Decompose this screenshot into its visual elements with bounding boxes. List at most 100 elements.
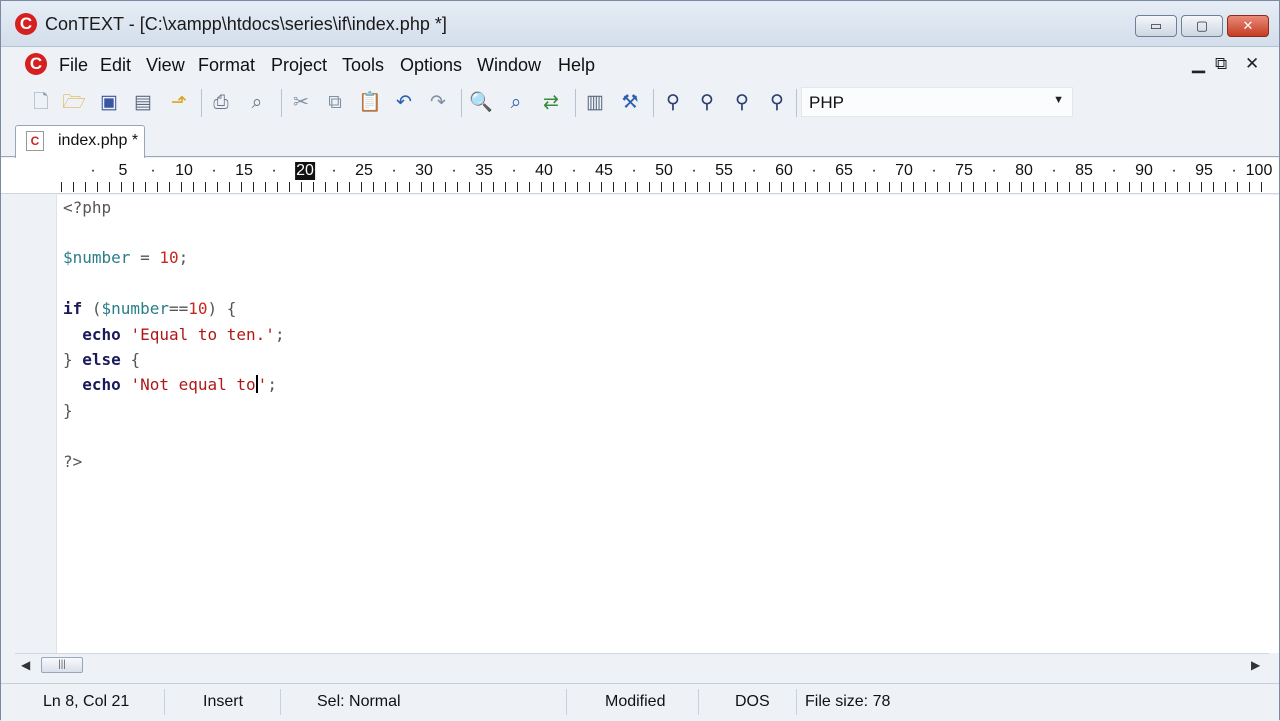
- find-next-icon[interactable]: ⌕: [504, 91, 528, 115]
- language-select[interactable]: PHP ▼: [801, 87, 1073, 117]
- code-token: }: [63, 350, 73, 369]
- save-all-icon[interactable]: ▤: [131, 91, 155, 115]
- ruler-dot: ·: [991, 162, 997, 179]
- ruler-number: 95: [1195, 162, 1213, 179]
- menu-help[interactable]: Help: [558, 55, 595, 76]
- user-exec-4-icon[interactable]: ⚲: [765, 91, 789, 115]
- toolbar-separator: [281, 89, 282, 117]
- horizontal-scrollbar[interactable]: ◀ ||| ▶: [15, 653, 1269, 675]
- replace-icon[interactable]: ⇄: [539, 91, 563, 115]
- document-logo-icon[interactable]: C: [25, 53, 47, 75]
- print-preview-icon[interactable]: ⌕: [245, 91, 269, 115]
- context-logo-icon: C: [15, 13, 37, 35]
- restore-button[interactable]: ▢: [1181, 15, 1223, 37]
- code-line-11: ?>: [63, 451, 82, 473]
- menu-options[interactable]: Options: [400, 55, 462, 76]
- ruler-current-column: 20: [295, 162, 315, 180]
- column-ruler: · 5 · 10 · 15 · 20 · 25 · 30 · 35 · 40 ·…: [1, 158, 1279, 194]
- code-area[interactable]: <?php $number = 10; if ($number==10) { e…: [63, 195, 1279, 653]
- code-token: 10: [159, 248, 179, 267]
- ruler-number: 35: [475, 162, 493, 179]
- tab-index-php[interactable]: C index.php *: [15, 125, 145, 158]
- ruler-dot: ·: [691, 162, 697, 179]
- user-exec-2-icon[interactable]: ⚲: [695, 91, 719, 115]
- ruler-dot: ·: [811, 162, 817, 179]
- ruler-dot: ·: [1231, 162, 1237, 179]
- code-token: $number: [101, 299, 169, 318]
- ruler-dot: ·: [511, 162, 517, 179]
- code-token: 'Not equal to: [130, 375, 256, 394]
- cut-icon[interactable]: ✂: [289, 91, 313, 115]
- code-line-8: echo 'Not equal to ';: [63, 374, 277, 396]
- ruler-dot: ·: [271, 162, 277, 179]
- menu-view[interactable]: View: [146, 55, 185, 76]
- ruler-number: 30: [415, 162, 433, 179]
- ruler-ticks: [61, 182, 1267, 192]
- ruler-number: 15: [235, 162, 253, 179]
- document-restore-button[interactable]: ⧉: [1215, 54, 1227, 74]
- user-exec-3-icon[interactable]: ⚲: [730, 91, 754, 115]
- minimize-button[interactable]: ▭: [1135, 15, 1177, 37]
- code-token: echo: [82, 325, 121, 344]
- status-file-size: File size: 78: [805, 693, 891, 710]
- toolbar-separator: [575, 89, 576, 117]
- ruler-dot: ·: [931, 162, 937, 179]
- document-close-button[interactable]: ✕: [1245, 54, 1259, 74]
- user-exec-1-icon[interactable]: ⚲: [661, 91, 685, 115]
- status-bar: Ln 8, Col 21 Insert Sel: Normal Modified…: [1, 683, 1279, 721]
- page-setup-icon[interactable]: ▥: [583, 91, 607, 115]
- scroll-thumb[interactable]: |||: [41, 657, 83, 673]
- ruler-dot: ·: [90, 162, 96, 179]
- code-token: {: [120, 350, 141, 369]
- redo-icon[interactable]: ↷: [426, 91, 450, 115]
- close-button[interactable]: ✕: [1227, 15, 1269, 37]
- scroll-left-icon[interactable]: ◀: [21, 658, 30, 672]
- menu-tools[interactable]: Tools: [342, 55, 384, 76]
- ruler-dot: ·: [1051, 162, 1057, 179]
- undo-icon[interactable]: ↶: [392, 91, 416, 115]
- ruler-number: 60: [775, 162, 793, 179]
- status-selection-mode: Sel: Normal: [313, 689, 567, 715]
- menu-project[interactable]: Project: [271, 55, 327, 76]
- chevron-down-icon[interactable]: ▼: [1053, 94, 1064, 106]
- code-token: }: [63, 401, 73, 420]
- document-minimize-button[interactable]: ▁: [1192, 54, 1205, 74]
- tab-strip: C index.php *: [1, 123, 1279, 158]
- ruler-dot: ·: [451, 162, 457, 179]
- new-file-icon[interactable]: 🗋: [29, 91, 53, 115]
- save-icon[interactable]: ▣: [97, 91, 121, 115]
- ruler-number: 25: [355, 162, 373, 179]
- print-icon[interactable]: ⎙: [209, 91, 233, 115]
- ruler-number: 40: [535, 162, 553, 179]
- code-line-6: echo 'Equal to ten.';: [63, 324, 284, 346]
- scroll-right-icon[interactable]: ▶: [1251, 658, 1260, 672]
- code-editor[interactable]: <?php $number = 10; if ($number==10) { e…: [1, 195, 1279, 653]
- open-folder-icon[interactable]: 🗁: [62, 91, 86, 115]
- editor-gutter: [1, 195, 57, 653]
- php-close-tag: ?>: [63, 452, 83, 471]
- paste-icon[interactable]: 📋: [358, 91, 382, 115]
- tool-icon[interactable]: ⚒: [618, 91, 642, 115]
- status-insert-mode: Insert: [199, 689, 281, 715]
- ruler-number: 10: [175, 162, 193, 179]
- ruler-dot: ·: [571, 162, 577, 179]
- ruler-number: 70: [895, 162, 913, 179]
- code-line-1: <?php: [63, 197, 111, 219]
- toolbar: 🗋 🗁 ▣ ▤ ⬏ ⎙ ⌕ ✂ ⧉ 📋 ↶ ↷ 🔍 ⌕ ⇄ ▥ ⚒ ⚲ ⚲ ⚲ …: [1, 83, 1279, 123]
- code-token: 10: [188, 299, 208, 318]
- toolbar-separator: [796, 89, 797, 117]
- toolbar-separator: [201, 89, 202, 117]
- find-icon[interactable]: 🔍: [469, 91, 493, 115]
- menu-file[interactable]: File: [59, 55, 88, 76]
- menu-format[interactable]: Format: [198, 55, 255, 76]
- ruler-number: 100: [1245, 162, 1273, 179]
- copy-icon[interactable]: ⧉: [323, 91, 347, 115]
- ruler-number: 75: [955, 162, 973, 179]
- menu-window[interactable]: Window: [477, 55, 541, 76]
- tab-label: index.php *: [58, 132, 139, 149]
- menu-edit[interactable]: Edit: [100, 55, 131, 76]
- open-folder-up-icon[interactable]: ⬏: [167, 91, 191, 115]
- code-line-9: }: [63, 400, 73, 422]
- window-title: ConTEXT - [C:\xampp\htdocs\series\if\ind…: [45, 14, 447, 34]
- ruler-number: 45: [595, 162, 613, 179]
